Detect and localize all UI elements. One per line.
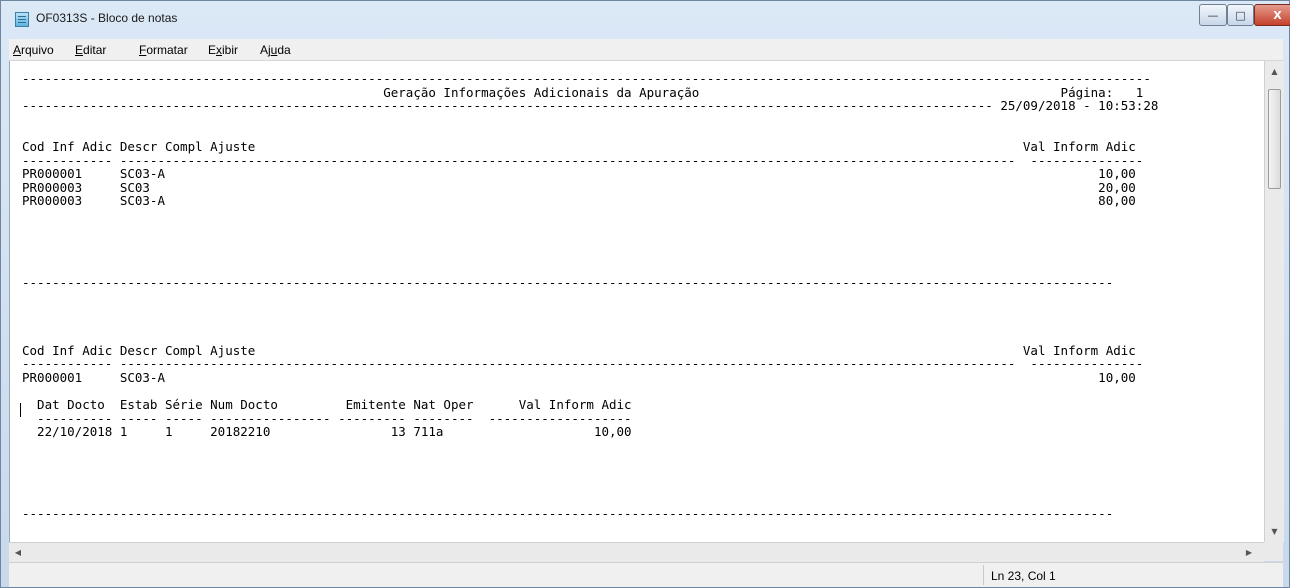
menu-formatar[interactable]: Formatar <box>139 43 188 57</box>
text-editor[interactable]: ----------------------------------------… <box>9 61 1265 542</box>
text-caret <box>20 403 21 417</box>
title-bar[interactable]: OF0313S - Bloco de notas — □ X <box>1 1 1290 38</box>
vertical-scroll-thumb[interactable] <box>1268 89 1281 189</box>
menu-editar[interactable]: Editar <box>75 43 106 57</box>
notepad-window: OF0313S - Bloco de notas — □ X Arquivo E… <box>0 0 1290 588</box>
horizontal-scrollbar[interactable]: ◀ ▶ <box>9 542 1264 562</box>
status-divider <box>983 565 984 585</box>
menu-arquivo[interactable]: Arquivo <box>13 43 54 57</box>
scroll-down-arrow-icon[interactable]: ▼ <box>1265 523 1284 540</box>
minimize-button[interactable]: — <box>1199 4 1227 26</box>
scroll-left-arrow-icon[interactable]: ◀ <box>11 544 25 561</box>
cursor-position: Ln 23, Col 1 <box>991 569 1056 583</box>
menu-bar: Arquivo Editar Formatar Exibir Ajuda <box>9 39 1283 61</box>
document-text[interactable]: ----------------------------------------… <box>22 72 1158 521</box>
close-button[interactable]: X <box>1254 4 1290 26</box>
vertical-scrollbar[interactable]: ▲ ▼ <box>1264 61 1284 542</box>
notepad-icon[interactable] <box>15 12 29 27</box>
window-title: OF0313S - Bloco de notas <box>36 11 178 25</box>
scrollbar-corner <box>1264 542 1283 561</box>
status-bar: Ln 23, Col 1 <box>9 562 1283 587</box>
scroll-up-arrow-icon[interactable]: ▲ <box>1265 63 1284 80</box>
menu-exibir[interactable]: Exibir <box>208 43 238 57</box>
scroll-right-arrow-icon[interactable]: ▶ <box>1242 544 1256 561</box>
maximize-button[interactable]: □ <box>1227 4 1254 26</box>
menu-ajuda[interactable]: Ajuda <box>260 43 291 57</box>
